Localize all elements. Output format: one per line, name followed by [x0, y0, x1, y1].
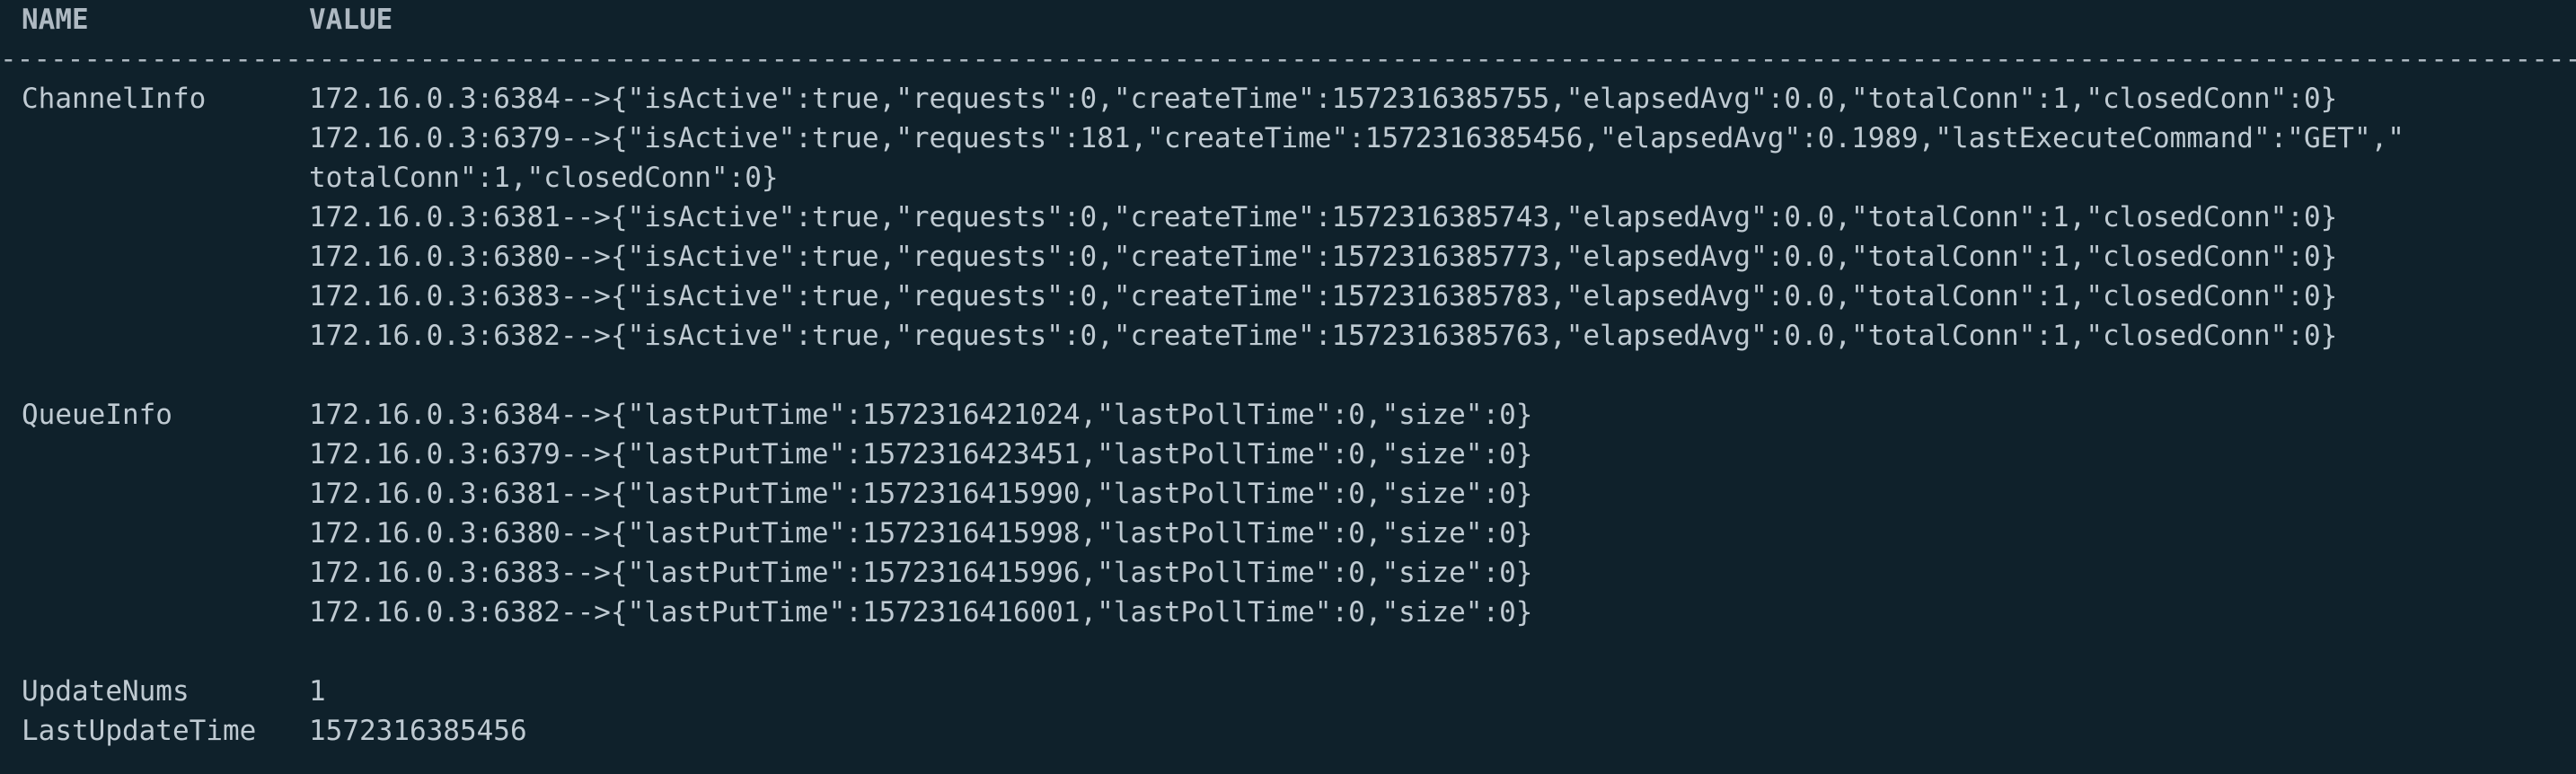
table-header: NAME VALUE: [0, 0, 2576, 40]
queue-info-line: 172.16.0.3:6384-->{"lastPutTime":1572316…: [309, 399, 1533, 431]
queue-info-line: 172.16.0.3:6379-->{"lastPutTime":1572316…: [309, 438, 1533, 471]
queue-info-line: 172.16.0.3:6380-->{"lastPutTime":1572316…: [309, 517, 1533, 550]
channel-info-line: 172.16.0.3:6383-->{"isActive":true,"requ…: [309, 280, 2338, 312]
table-row-update-nums: UpdateNums 1: [0, 672, 2576, 711]
table-row-channel-info: ChannelInfo 172.16.0.3:6384-->{"isActive…: [0, 79, 2576, 356]
channel-info-line: 172.16.0.3:6379-->{"isActive":true,"requ…: [309, 122, 2404, 154]
last-update-time-value: 1572316385456: [309, 715, 527, 747]
row-values-channel-info: 172.16.0.3:6384-->{"isActive":true,"requ…: [309, 79, 2554, 356]
channel-info-line: 172.16.0.3:6381-->{"isActive":true,"requ…: [309, 201, 2338, 233]
row-values-last-update-time: 1572316385456: [309, 711, 2554, 751]
queue-info-line: 172.16.0.3:6382-->{"lastPutTime":1572316…: [309, 596, 1533, 629]
name-column-header: NAME: [22, 4, 89, 36]
channel-info-line: 172.16.0.3:6384-->{"isActive":true,"requ…: [309, 83, 2338, 115]
channel-info-line: 172.16.0.3:6380-->{"isActive":true,"requ…: [309, 241, 2338, 273]
update-nums-value: 1: [309, 675, 326, 708]
table-row-last-update-time: LastUpdateTime 1572316385456: [0, 711, 2576, 751]
row-values-queue-info: 172.16.0.3:6384-->{"lastPutTime":1572316…: [309, 395, 2554, 632]
row-name-channel-info: ChannelInfo: [22, 83, 207, 115]
channel-info-line-continuation: totalConn":1,"closedConn":0}: [309, 162, 779, 194]
row-values-update-nums: 1: [309, 672, 2554, 711]
table-row-queue-info: QueueInfo 172.16.0.3:6384-->{"lastPutTim…: [0, 395, 2576, 632]
queue-info-line: 172.16.0.3:6383-->{"lastPutTime":1572316…: [309, 557, 1533, 589]
queue-info-line: 172.16.0.3:6381-->{"lastPutTime":1572316…: [309, 478, 1533, 510]
terminal-output: NAME VALUE -----------------------------…: [0, 0, 2576, 774]
row-name-queue-info: QueueInfo: [22, 399, 172, 431]
value-column-header: VALUE: [309, 4, 393, 36]
row-name-last-update-time: LastUpdateTime: [22, 715, 257, 747]
header-separator: ----------------------------------------…: [0, 43, 2576, 75]
channel-info-line: 172.16.0.3:6382-->{"isActive":true,"requ…: [309, 320, 2338, 352]
row-name-update-nums: UpdateNums: [22, 675, 190, 708]
